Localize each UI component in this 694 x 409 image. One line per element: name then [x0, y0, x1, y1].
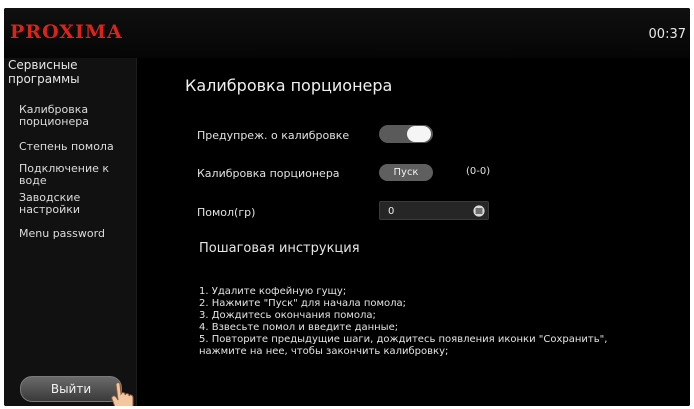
- top-bar: PROXIMA 00:37: [4, 8, 690, 59]
- portioner-calibration-label: Калибровка порционера: [197, 167, 340, 180]
- calibration-range: (0-0): [466, 166, 491, 177]
- instruction-step: 1. Удалите кофейную гущу;: [199, 286, 347, 297]
- keypad-icon[interactable]: [473, 205, 485, 217]
- instructions-title: Пошаговая инструкция: [199, 241, 360, 256]
- page-title: Калибровка порционера: [185, 76, 393, 95]
- calibration-warning-toggle[interactable]: [379, 125, 433, 143]
- sidebar-item-water-connection[interactable]: Подключение к воде: [19, 163, 131, 187]
- sidebar-item-grind-degree[interactable]: Степень помола: [19, 141, 131, 153]
- grind-label: Помол(гр): [197, 206, 256, 219]
- calibration-warning-label: Предупреж. о калибровке: [197, 129, 350, 142]
- instruction-step: 4. Взвесьте помол и введите данные;: [199, 322, 399, 333]
- instruction-step: нажмите на нее, чтобы закончить калибров…: [199, 346, 449, 357]
- device-screen: PROXIMA 00:37 Сервисные программы Калибр…: [4, 8, 690, 406]
- main-panel: Калибровка порционера Предупреж. о калиб…: [137, 58, 690, 406]
- sidebar-title: Сервисные программы: [8, 58, 80, 86]
- start-button[interactable]: Пуск: [379, 164, 433, 181]
- toggle-knob: [407, 126, 431, 142]
- instruction-step: 5. Повторите предыдущие шаги, дождитесь …: [199, 334, 608, 345]
- instruction-step: 2. Нажмите "Пуск" для начала помола;: [199, 298, 407, 309]
- brand-logo: PROXIMA: [10, 21, 123, 43]
- sidebar-item-portioner-calibration[interactable]: Калибровка порционера: [19, 104, 131, 128]
- sidebar-item-menu-password[interactable]: Menu password: [19, 228, 131, 240]
- exit-button[interactable]: Выйти: [20, 376, 122, 402]
- sidebar: Сервисные программы Калибровка порционер…: [4, 58, 137, 406]
- clock: 00:37: [648, 27, 686, 42]
- instruction-step: 3. Дождитесь окончания помола;: [199, 310, 376, 321]
- sidebar-item-factory-settings[interactable]: Заводские настройки: [19, 192, 131, 216]
- instructions-list: 1. Удалите кофейную гущу; 2. Нажмите "Пу…: [199, 286, 689, 358]
